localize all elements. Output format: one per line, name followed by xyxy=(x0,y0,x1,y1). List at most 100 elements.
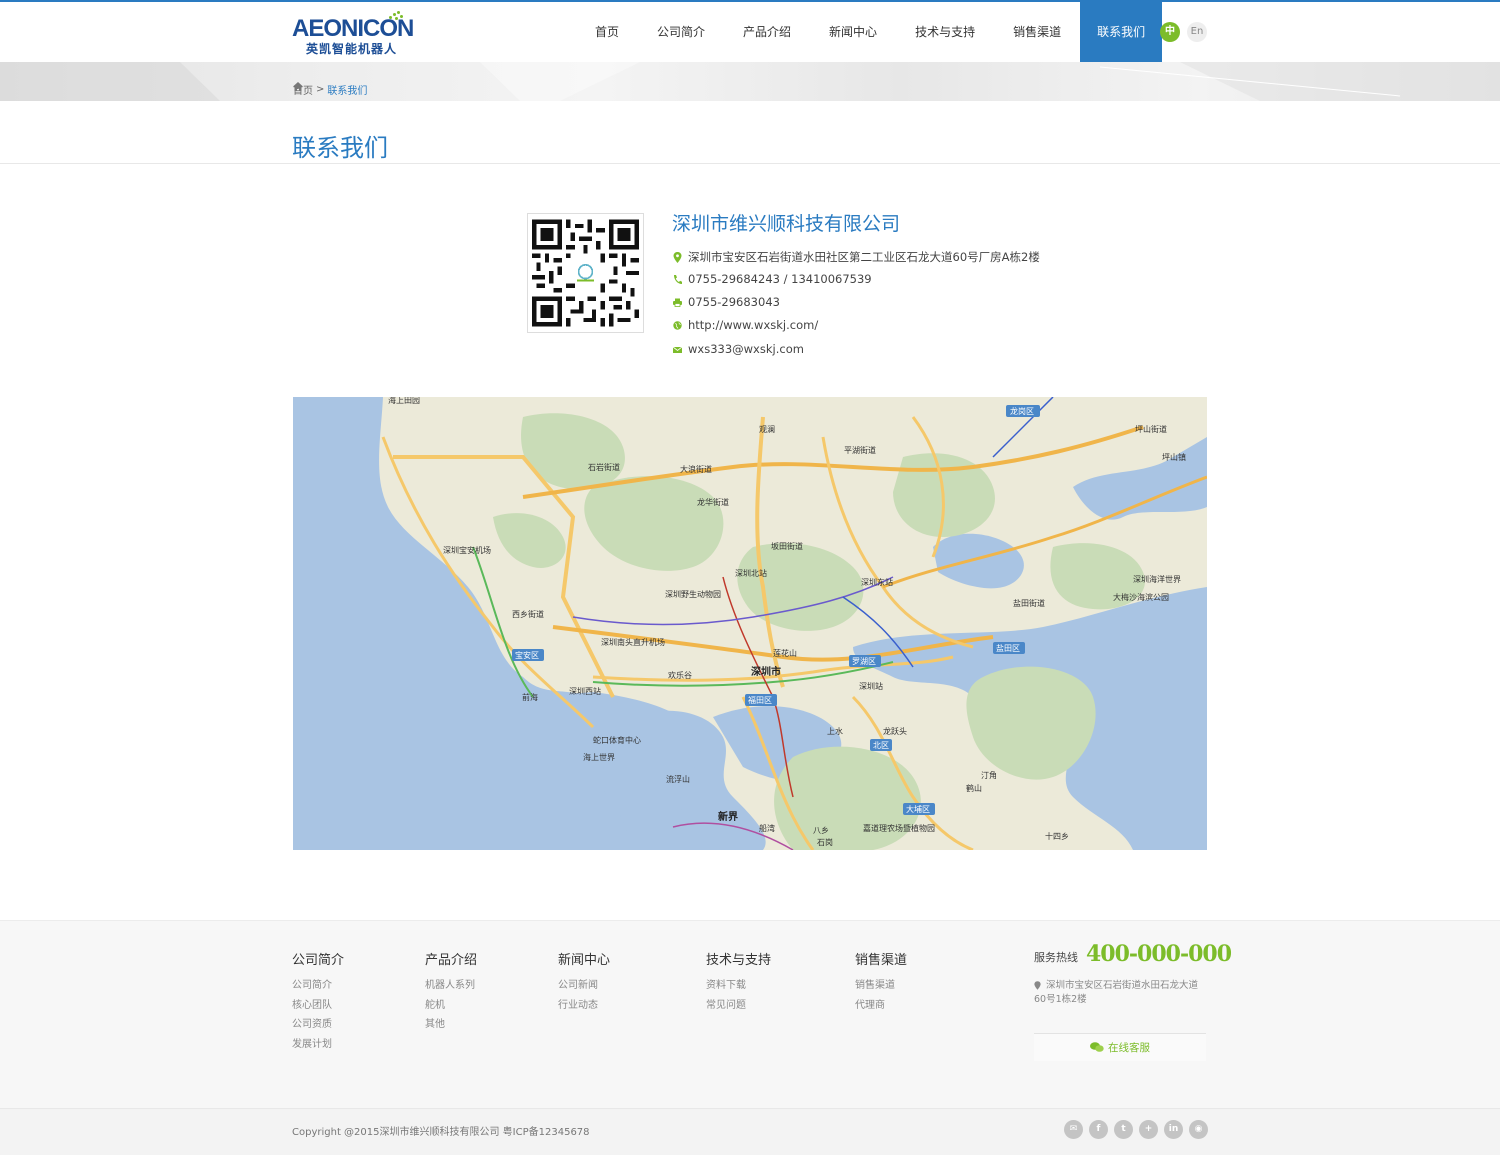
footer-col-support: 技术与支持 资料下载 常见问题 xyxy=(706,949,771,1015)
linkedin-icon[interactable]: in xyxy=(1164,1120,1183,1139)
map-label-longhua: 龙华街道 xyxy=(697,497,729,507)
nav-support[interactable]: 技术与支持 xyxy=(896,2,994,62)
footer-col-about: 公司简介 公司简介 核心团队 公司资质 发展计划 xyxy=(292,949,344,1054)
contact-website: http://www.wxskj.com/ xyxy=(673,318,818,332)
footer-col-title: 技术与支持 xyxy=(706,953,772,968)
map-label-shenzhen: 深圳市 xyxy=(751,665,781,678)
home-icon xyxy=(293,82,303,91)
map-label-bantian: 坂田街道 xyxy=(771,541,803,551)
footer-col-products: 产品介绍 机器人系列 舵机 其他 xyxy=(425,949,477,1035)
rss-icon[interactable]: ◉ xyxy=(1189,1120,1208,1139)
copyright-bar: Copyright @2015深圳市维兴顺科技有限公司 粤ICP备1234567… xyxy=(0,1108,1500,1155)
map-label-dongxi: 深圳海洋世界 xyxy=(1133,574,1181,584)
footer-address: 深圳市宝安区石岩街道水田石龙大道60号1栋2楼 xyxy=(1034,979,1210,1007)
map-label-nanshan-airport: 深圳南头直升机场 xyxy=(601,637,665,647)
printer-icon xyxy=(673,298,682,307)
map-label-airport: 深圳宝安机场 xyxy=(443,545,491,555)
lang-zh-button[interactable]: 中 xyxy=(1160,22,1180,42)
map-label-haishangshijie: 海上世界 xyxy=(583,752,615,762)
globe-icon xyxy=(673,320,682,330)
lang-en-button[interactable]: En xyxy=(1187,22,1207,42)
map-label-haishang: 海上田园 xyxy=(388,397,420,405)
footer-col-title: 产品介绍 xyxy=(425,953,478,968)
contact-email: wxs333@wxskj.com xyxy=(673,342,804,356)
footer-link[interactable]: 销售渠道 xyxy=(855,976,907,996)
nav-about[interactable]: 公司简介 xyxy=(638,2,724,62)
footer-link[interactable]: 公司资质 xyxy=(292,1015,344,1035)
hotline-number: 400-000-000 xyxy=(1086,941,1232,967)
chat-icon xyxy=(1090,1042,1104,1052)
mail-icon xyxy=(673,346,682,353)
contact-email-link[interactable]: wxs333@wxskj.com xyxy=(688,342,804,356)
main-nav: 首页 公司简介 产品介绍 新闻中心 技术与支持 销售渠道 联系我们 xyxy=(576,2,1163,62)
map-canvas[interactable]: 海上田园 石岩街道 大浪街道 龙华街道 坂田街道 深圳宝安机场 西乡街道 深圳北… xyxy=(293,397,1207,850)
map-label-baoan: 宝安区 xyxy=(515,650,539,660)
title-divider xyxy=(0,163,1500,164)
breadcrumb-current[interactable]: 联系我们 xyxy=(327,82,367,97)
facebook-icon[interactable]: f xyxy=(1089,1120,1108,1139)
logo[interactable]: AEONICON 英凯智能机器人 xyxy=(292,10,422,58)
map-label-yantian: 盐田区 xyxy=(996,643,1020,653)
page: AEONICON 英凯智能机器人 首页 公司简介 产品介绍 新闻中心 技术与支持… xyxy=(0,0,1500,1155)
footer-link[interactable]: 资料下载 xyxy=(706,976,771,996)
map-label-pinghu: 平湖街道 xyxy=(844,445,876,455)
footer-link[interactable]: 公司简介 xyxy=(292,976,344,996)
contact-phone: 0755-29684243 / 13410067539 xyxy=(673,272,872,286)
map-label-dapu: 大埔区 xyxy=(906,804,930,814)
footer-link[interactable]: 常见问题 xyxy=(706,996,771,1016)
map-label-longgang: 龙岗区 xyxy=(1010,406,1034,416)
map-label-lianhua: 莲花山 xyxy=(773,648,797,658)
map-label-shekou: 蛇口体育中心 xyxy=(593,735,641,745)
map-label-heshan: 鹤山 xyxy=(966,783,982,793)
map-label-dalang: 大浪街道 xyxy=(680,464,712,474)
map-label-jiaolong: 嘉道理农场暨植物园 xyxy=(863,823,935,833)
footer-col-title: 销售渠道 xyxy=(855,953,908,968)
footer-link[interactable]: 公司新闻 xyxy=(558,976,610,996)
nav-contact[interactable]: 联系我们 xyxy=(1080,2,1163,62)
nav-home[interactable]: 首页 xyxy=(576,2,638,62)
online-service-button[interactable]: 在线客服 xyxy=(1034,1033,1206,1061)
nav-products[interactable]: 产品介绍 xyxy=(724,2,810,62)
social-links: ✉ f t + in ◉ xyxy=(1064,1120,1208,1139)
copyright-text: Copyright @2015深圳市维兴顺科技有限公司 粤ICP备1234567… xyxy=(292,1127,590,1138)
footer-link[interactable]: 发展计划 xyxy=(292,1035,344,1055)
map-label-shenzhenzhan: 深圳站 xyxy=(859,681,883,691)
hotline-label: 服务热线 xyxy=(1034,951,1078,964)
google-plus-icon[interactable]: + xyxy=(1139,1120,1158,1139)
location-map[interactable]: 海上田园 石岩街道 大浪街道 龙华街道 坂田街道 深圳宝安机场 西乡街道 深圳北… xyxy=(293,397,1207,850)
nav-sales[interactable]: 销售渠道 xyxy=(994,2,1080,62)
contact-fax: 0755-29683043 xyxy=(673,295,780,309)
map-label-qianhai: 前海 xyxy=(522,692,538,702)
map-label-shenzhenbei: 深圳北站 xyxy=(735,568,767,578)
map-label-wildpark: 深圳野生动物园 xyxy=(665,589,721,599)
contact-address: 深圳市宝安区石岩街道水田社区第二工业区石龙大道60号厂房A栋2楼 xyxy=(673,249,1040,265)
location-icon xyxy=(1034,981,1041,990)
contact-website-link[interactable]: http://www.wxskj.com/ xyxy=(688,318,818,332)
map-label-sze: 十四乡 xyxy=(1045,831,1069,841)
qr-code xyxy=(527,213,644,333)
map-label-chuan: 船湾 xyxy=(759,823,775,833)
contact-fax-text: 0755-29683043 xyxy=(688,295,780,309)
page-title: 联系我们 xyxy=(292,134,388,162)
logo-subtitle: 英凯智能机器人 xyxy=(306,42,398,56)
breadcrumb-banner: 首页 > 联系我们 xyxy=(0,62,1500,101)
map-label-shenzhenxi: 深圳西站 xyxy=(569,686,601,696)
footer-link[interactable]: 舵机 xyxy=(425,996,477,1016)
online-service-label: 在线客服 xyxy=(1108,1042,1150,1054)
banner-decoration xyxy=(0,62,1500,101)
footer-link[interactable]: 机器人系列 xyxy=(425,976,477,996)
footer-link[interactable]: 代理商 xyxy=(855,996,907,1016)
map-label-shiqu: 石岗 xyxy=(817,838,833,847)
footer-link[interactable]: 核心团队 xyxy=(292,996,344,1016)
map-label-xinjie: 新界 xyxy=(718,810,738,823)
footer-link[interactable]: 行业动态 xyxy=(558,996,610,1016)
map-label-shiyan: 石岩街道 xyxy=(588,462,620,472)
wechat-icon[interactable]: ✉ xyxy=(1064,1120,1083,1139)
map-label-shenzhendong: 深圳东站 xyxy=(861,577,893,587)
map-label-huanlegu: 欢乐谷 xyxy=(668,670,692,680)
map-label-dinggan: 汀角 xyxy=(981,770,997,780)
map-label-luohu: 罗湖区 xyxy=(852,657,876,666)
tumblr-icon[interactable]: t xyxy=(1114,1120,1133,1139)
nav-news[interactable]: 新闻中心 xyxy=(810,2,896,62)
footer-link[interactable]: 其他 xyxy=(425,1015,477,1035)
